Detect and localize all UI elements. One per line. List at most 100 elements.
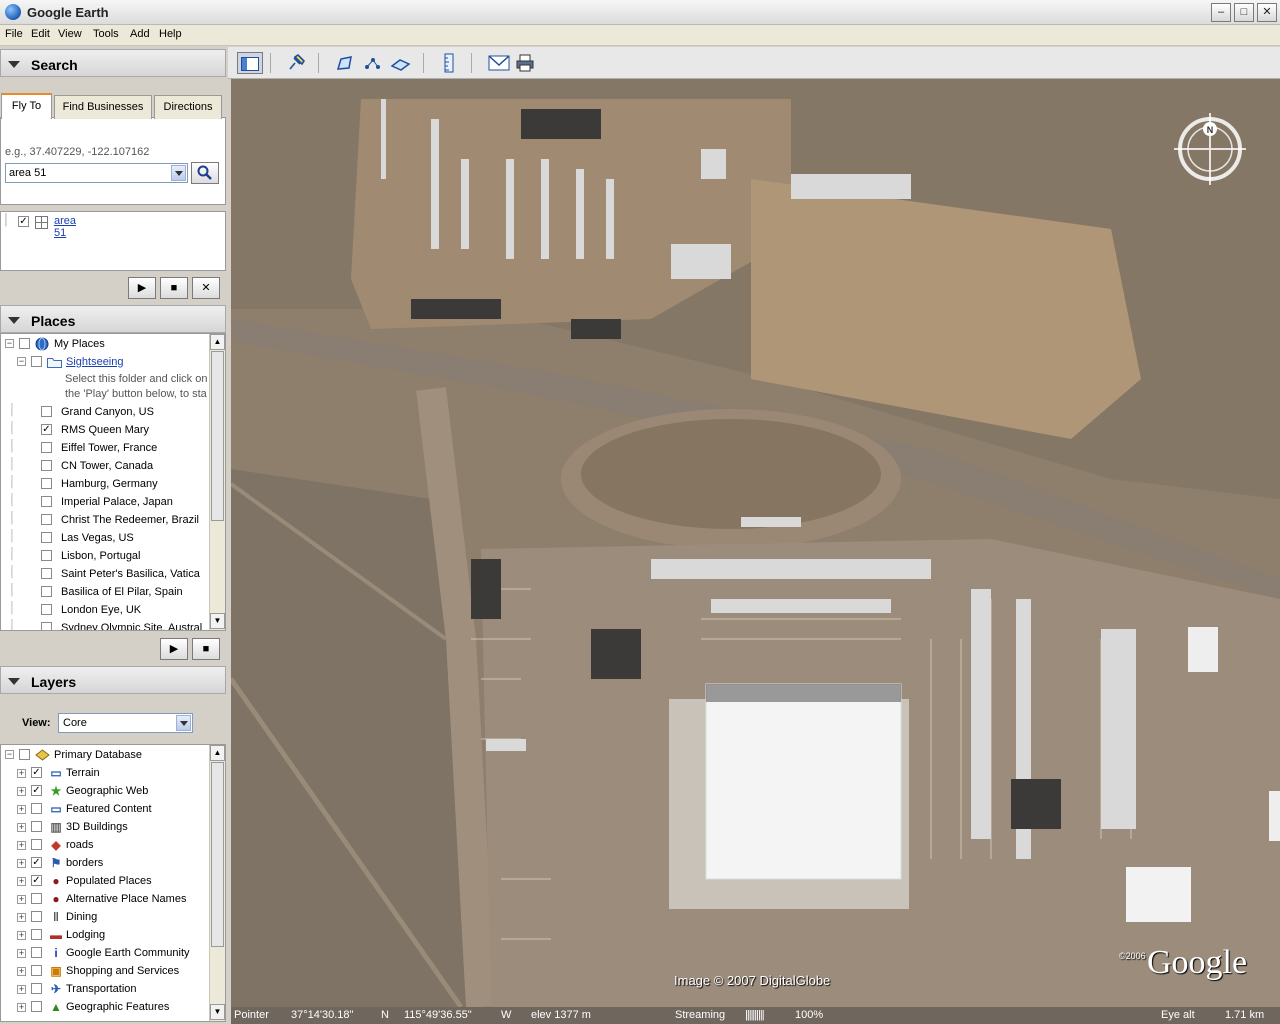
place-item[interactable]: │ Eiffel Tower, France <box>3 440 203 458</box>
checkbox[interactable] <box>31 356 42 367</box>
expand-icon[interactable]: + <box>17 859 26 868</box>
search-panel-header[interactable]: Search <box>0 49 226 77</box>
tab-find-businesses[interactable]: Find Businesses <box>54 95 152 119</box>
places-scrollbar[interactable]: ▲ ▼ <box>209 334 225 630</box>
layer-checkbox[interactable] <box>31 911 42 922</box>
place-item[interactable]: │ Saint Peter's Basilica, Vatica <box>3 566 203 584</box>
email-button[interactable] <box>486 52 512 74</box>
scroll-thumb[interactable] <box>211 762 224 947</box>
tree-label[interactable]: Sightseeing <box>66 356 124 368</box>
place-item[interactable]: │ Christ The Redeemer, Brazil <box>3 512 203 530</box>
chevron-down-icon[interactable] <box>176 715 191 731</box>
expand-icon[interactable]: + <box>17 985 26 994</box>
layer-item[interactable]: + i Google Earth Community <box>3 945 203 963</box>
place-checkbox[interactable] <box>41 622 52 630</box>
place-checkbox[interactable] <box>41 604 52 615</box>
place-item[interactable]: │ Las Vegas, US <box>3 530 203 548</box>
layer-checkbox[interactable] <box>31 821 42 832</box>
tree-item-primary-database[interactable]: − Primary Database <box>3 747 203 765</box>
menu-view[interactable]: View <box>58 28 82 40</box>
layer-item[interactable]: + ◆ roads <box>3 837 203 855</box>
place-checkbox[interactable] <box>41 442 52 453</box>
layer-checkbox[interactable] <box>31 1001 42 1012</box>
ruler-button[interactable] <box>436 52 462 74</box>
expand-icon[interactable]: + <box>17 949 26 958</box>
print-button[interactable] <box>512 52 538 74</box>
collapse-icon[interactable]: − <box>5 339 14 348</box>
layer-item[interactable]: + ▣ Shopping and Services <box>3 963 203 981</box>
scroll-up-icon[interactable]: ▲ <box>210 745 225 761</box>
collapse-triangle-icon[interactable] <box>8 61 20 68</box>
sidebar-toggle-button[interactable] <box>237 52 263 74</box>
view-select[interactable]: Core <box>58 713 193 733</box>
expand-icon[interactable]: + <box>17 877 26 886</box>
expand-icon[interactable]: + <box>17 967 26 976</box>
checkbox[interactable] <box>19 749 30 760</box>
layer-item[interactable]: + ▥ 3D Buildings <box>3 819 203 837</box>
layer-checkbox[interactable]: ✓ <box>31 785 42 796</box>
layer-checkbox[interactable] <box>31 893 42 904</box>
result-link[interactable]: area 51 <box>54 215 76 239</box>
add-placemark-button[interactable] <box>284 52 310 74</box>
menu-edit[interactable]: Edit <box>31 28 50 40</box>
scroll-up-icon[interactable]: ▲ <box>210 334 225 350</box>
layer-checkbox[interactable]: ✓ <box>31 767 42 778</box>
layer-item[interactable]: + ● Alternative Place Names <box>3 891 203 909</box>
clear-button[interactable]: ✕ <box>192 277 220 299</box>
layer-checkbox[interactable] <box>31 803 42 814</box>
add-overlay-button[interactable] <box>388 52 414 74</box>
layer-checkbox[interactable] <box>31 983 42 994</box>
layer-checkbox[interactable] <box>31 929 42 940</box>
place-item[interactable]: │ ✓ RMS Queen Mary <box>3 422 203 440</box>
place-item[interactable]: │ CN Tower, Canada <box>3 458 203 476</box>
layer-item[interactable]: + ‖ Dining <box>3 909 203 927</box>
stop-tour-button[interactable]: ■ <box>192 638 220 660</box>
menu-tools[interactable]: Tools <box>93 28 119 40</box>
layer-item[interactable]: + ▭ Featured Content <box>3 801 203 819</box>
place-checkbox[interactable] <box>41 514 52 525</box>
search-input[interactable]: area 51 <box>5 163 188 183</box>
layer-item[interactable]: + ✓ ● Populated Places <box>3 873 203 891</box>
minimize-button[interactable]: – <box>1211 3 1231 22</box>
collapse-triangle-icon[interactable] <box>8 317 20 324</box>
play-button[interactable]: ▶ <box>128 277 156 299</box>
result-checkbox[interactable]: ✓ <box>18 216 29 227</box>
tree-item-my-places[interactable]: − My Places <box>3 336 203 354</box>
scroll-thumb[interactable] <box>211 351 224 521</box>
menu-file[interactable]: File <box>5 28 23 40</box>
scroll-down-icon[interactable]: ▼ <box>210 1004 225 1020</box>
play-tour-button[interactable]: ▶ <box>160 638 188 660</box>
expand-icon[interactable]: + <box>17 769 26 778</box>
expand-icon[interactable]: + <box>17 823 26 832</box>
place-checkbox[interactable] <box>41 568 52 579</box>
place-checkbox[interactable]: ✓ <box>41 424 52 435</box>
layer-checkbox[interactable]: ✓ <box>31 857 42 868</box>
collapse-triangle-icon[interactable] <box>8 678 20 685</box>
map-view[interactable]: N Image © 2007 DigitalGlobe ©2006 Google <box>231 79 1280 1007</box>
expand-icon[interactable]: + <box>17 787 26 796</box>
place-checkbox[interactable] <box>41 532 52 543</box>
place-checkbox[interactable] <box>41 550 52 561</box>
layer-checkbox[interactable] <box>31 839 42 850</box>
layer-item[interactable]: + ✓ ⚑ borders <box>3 855 203 873</box>
layer-checkbox[interactable] <box>31 965 42 976</box>
layers-scrollbar[interactable]: ▲ ▼ <box>209 745 225 1021</box>
place-item[interactable]: │ Lisbon, Portugal <box>3 548 203 566</box>
place-checkbox[interactable] <box>41 460 52 471</box>
checkbox[interactable] <box>19 338 30 349</box>
tree-item-sightseeing[interactable]: − Sightseeing <box>3 354 203 372</box>
expand-icon[interactable]: + <box>17 841 26 850</box>
tab-directions[interactable]: Directions <box>154 95 222 119</box>
scroll-down-icon[interactable]: ▼ <box>210 613 225 629</box>
stop-button[interactable]: ■ <box>160 277 188 299</box>
menu-help[interactable]: Help <box>159 28 182 40</box>
place-item[interactable]: │ Grand Canyon, US <box>3 404 203 422</box>
layer-checkbox[interactable] <box>31 947 42 958</box>
collapse-icon[interactable]: − <box>17 357 26 366</box>
chevron-down-icon[interactable] <box>171 165 186 181</box>
add-polygon-button[interactable] <box>334 52 360 74</box>
expand-icon[interactable]: + <box>17 1003 26 1012</box>
layers-panel-header[interactable]: Layers <box>0 666 226 694</box>
expand-icon[interactable]: + <box>17 895 26 904</box>
expand-icon[interactable]: + <box>17 805 26 814</box>
